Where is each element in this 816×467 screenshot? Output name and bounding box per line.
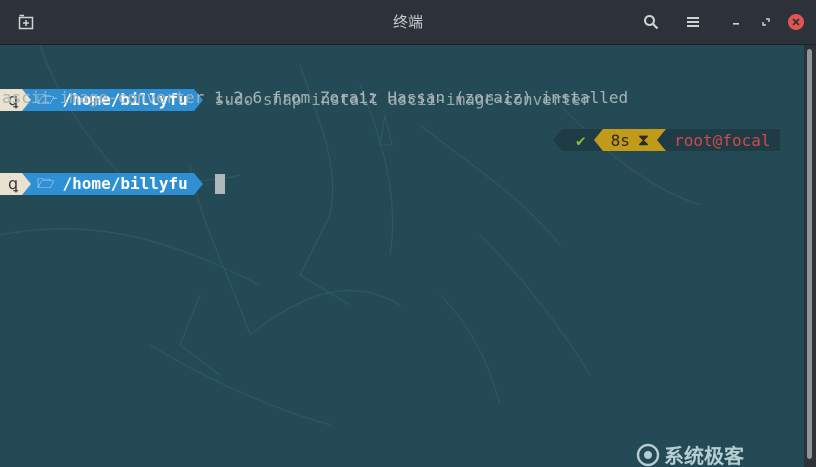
check-icon: ✔ xyxy=(576,130,586,150)
scrollbar[interactable] xyxy=(804,45,816,467)
close-button[interactable] xyxy=(786,10,806,34)
menu-icon xyxy=(687,17,699,27)
hourglass-icon: ⧗ xyxy=(637,130,650,149)
close-icon xyxy=(788,14,804,30)
ubuntu-icon: ꝗ xyxy=(8,174,19,193)
segment-separator xyxy=(657,129,667,151)
prompt: ꝗ 🗁 /home/billyfu xyxy=(0,173,225,195)
segment-separator xyxy=(553,129,562,151)
maximize-icon xyxy=(762,18,770,26)
text-cursor xyxy=(214,174,225,194)
current-path: /home/billyfu xyxy=(62,174,188,193)
directory-segment: 🗁 /home/billyfu xyxy=(31,173,194,195)
right-prompt: ✔ 8s ⧗ root@focal xyxy=(553,129,781,151)
duration-text: 8s xyxy=(610,130,630,150)
watermark-logo-icon xyxy=(636,443,660,466)
os-segment: ꝗ xyxy=(0,173,23,195)
user-host-segment: root@focal xyxy=(666,129,781,151)
watermark-text: 系统极客 xyxy=(664,444,744,467)
search-icon xyxy=(644,15,659,30)
segment-separator xyxy=(22,173,32,195)
minimize-icon xyxy=(733,23,739,25)
maximize-button[interactable] xyxy=(756,10,776,34)
search-button[interactable] xyxy=(639,10,663,34)
watermark: 系统极客 xyxy=(636,440,744,467)
duration-segment: 8s ⧗ xyxy=(602,129,658,151)
segment-separator xyxy=(193,173,203,195)
user-host-text: root@focal xyxy=(674,130,771,150)
terminal-window: 终端 ꝗ 🗁 /home/billyfu sudo snap install a… xyxy=(0,0,816,467)
folder-icon: 🗁 xyxy=(37,176,55,192)
menu-button[interactable] xyxy=(681,10,705,34)
output-line: ascii-image-converter 1.2.6 from Zoraiz … xyxy=(2,88,629,107)
minimize-button[interactable] xyxy=(726,10,746,34)
terminal-line-1: ꝗ 🗁 /home/billyfu sudo snap install asci… xyxy=(0,45,590,111)
terminal-line-3: ꝗ 🗁 /home/billyfu xyxy=(0,129,225,195)
segment-separator xyxy=(593,129,603,151)
titlebar: 终端 xyxy=(0,0,816,45)
terminal-area[interactable]: ꝗ 🗁 /home/billyfu sudo snap install asci… xyxy=(0,45,804,467)
scrollbar-thumb[interactable] xyxy=(807,49,812,459)
status-segment: ✔ xyxy=(562,129,594,151)
